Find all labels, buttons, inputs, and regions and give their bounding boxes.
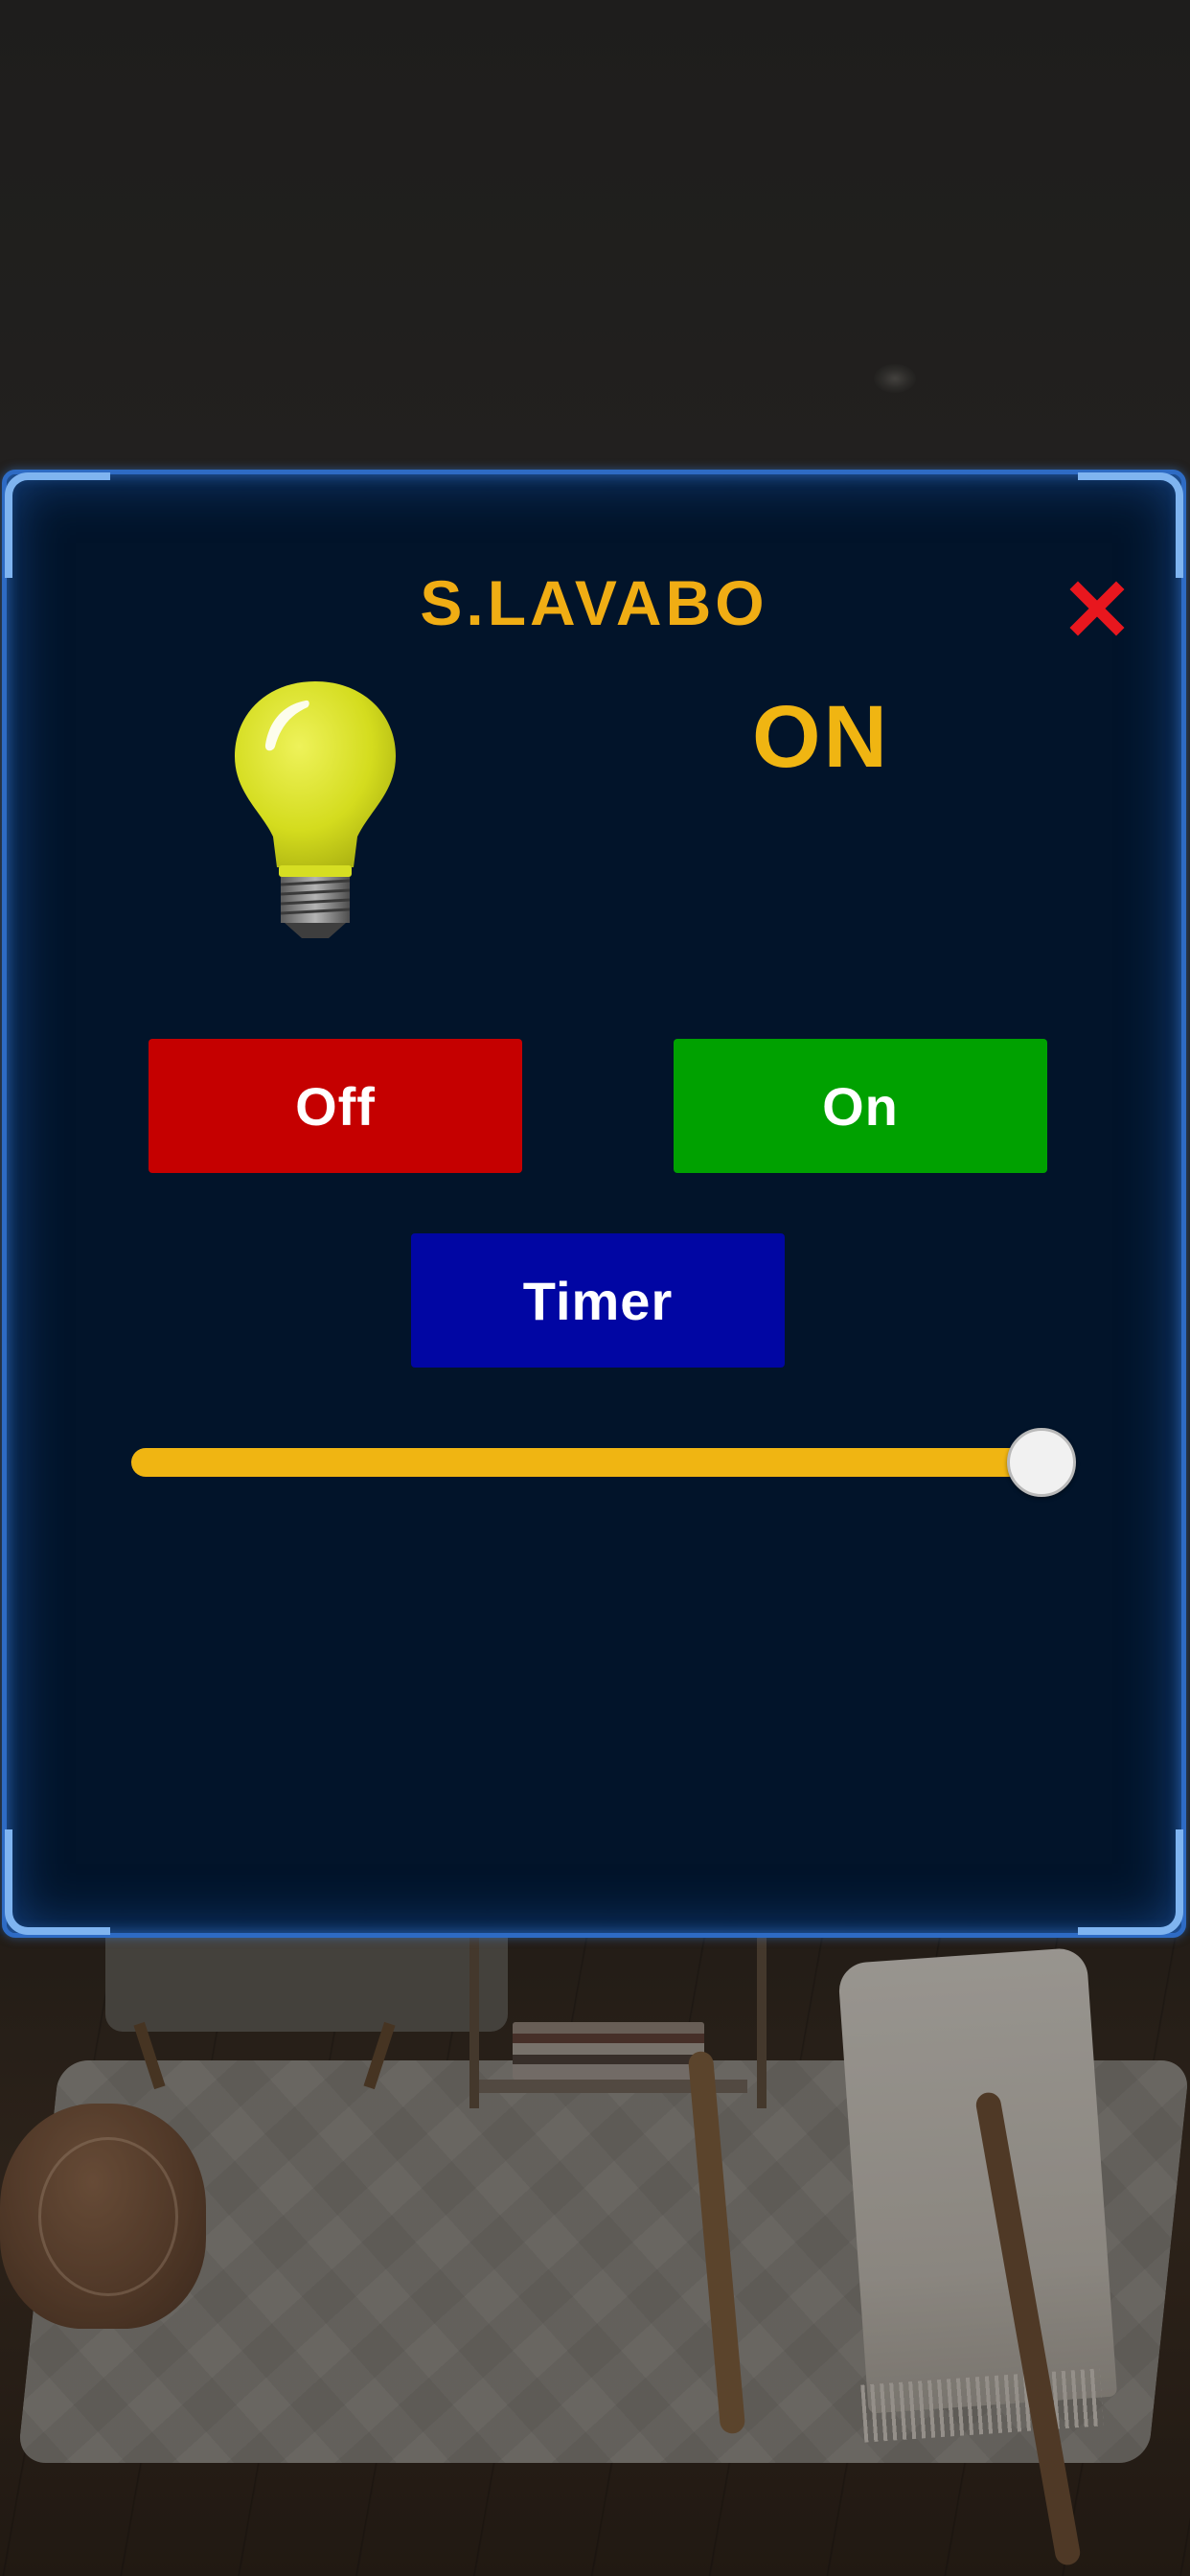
slider-thumb[interactable] [1007, 1428, 1076, 1497]
light-state-text: ON [752, 688, 890, 786]
off-button-label: Off [295, 1075, 376, 1137]
corner-accent [1078, 1829, 1183, 1935]
dialog-title: S.LAVABO [420, 567, 768, 638]
brightness-slider[interactable] [131, 1423, 1080, 1500]
close-x-icon [1069, 581, 1125, 636]
close-button[interactable] [1068, 580, 1126, 637]
off-button[interactable]: Off [149, 1039, 522, 1173]
light-control-dialog: S.LAVABO ON Off On Timer [2, 470, 1186, 1938]
corner-accent [1078, 472, 1183, 578]
on-button-label: On [822, 1075, 899, 1137]
timer-button-label: Timer [522, 1270, 674, 1331]
slider-fill [131, 1448, 1041, 1477]
light-bulb-icon [229, 676, 401, 944]
corner-accent [5, 1829, 110, 1935]
corner-accent [5, 472, 110, 578]
on-button[interactable]: On [674, 1039, 1047, 1173]
timer-button[interactable]: Timer [411, 1233, 785, 1368]
